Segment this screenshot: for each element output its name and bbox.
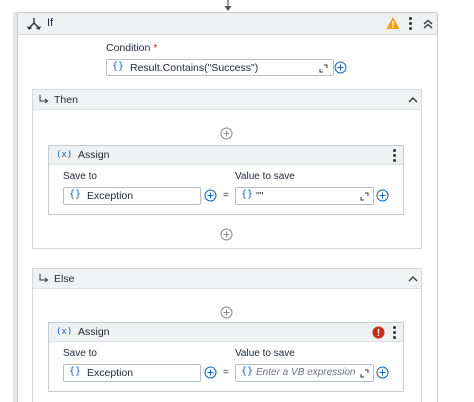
condition-label: Condition * xyxy=(106,42,157,54)
else-assign-activity[interactable]: (x) Assign Save to Value to save {} Exce… xyxy=(48,322,404,392)
else-value-to-save-field[interactable]: {} Enter a VB expression xyxy=(235,364,374,382)
then-branch-title: Then xyxy=(54,94,78,106)
then-add-activity-bottom-icon[interactable] xyxy=(220,228,233,241)
if-activity-card[interactable]: If Condition * {} Result.Contains("Succe… xyxy=(17,12,438,402)
then-value-to-save-value: "" xyxy=(256,190,264,202)
if-branch-icon xyxy=(26,18,42,30)
collapse-all-icon[interactable] xyxy=(422,18,434,30)
then-assign-more-icon[interactable] xyxy=(392,149,396,163)
else-collapse-icon[interactable] xyxy=(407,273,419,285)
then-assign-title: Assign xyxy=(78,149,110,161)
else-add-activity-top-icon[interactable] xyxy=(220,306,233,319)
if-activity-header[interactable]: If xyxy=(18,13,437,35)
else-equals-sign: = xyxy=(223,367,229,378)
then-assign-header[interactable]: (x) Assign xyxy=(49,146,403,165)
then-branch-header[interactable]: Then xyxy=(33,90,421,110)
condition-label-text: Condition xyxy=(106,42,151,54)
expression-braces-icon: {} xyxy=(69,189,82,200)
expression-braces-icon: {} xyxy=(112,61,125,72)
condition-expression-field[interactable]: {} Result.Contains("Success") xyxy=(106,59,334,76)
then-save-to-value: Exception xyxy=(87,190,134,202)
then-value-add-icon[interactable] xyxy=(376,189,389,202)
expression-braces-icon: {} xyxy=(241,189,254,200)
expand-editor-icon[interactable] xyxy=(319,64,328,73)
if-activity-title: If xyxy=(47,17,54,29)
else-branch-title: Else xyxy=(54,273,75,285)
expression-braces-icon: {} xyxy=(241,366,254,377)
branch-arrow-icon xyxy=(39,274,49,283)
then-equals-sign: = xyxy=(223,190,229,201)
then-value-to-save-field[interactable]: {} "" xyxy=(235,187,374,205)
branch-arrow-icon xyxy=(39,95,49,104)
then-branch-section[interactable]: Then (x) Assign Save to Value to save {}… xyxy=(32,89,422,249)
else-save-to-add-icon[interactable] xyxy=(204,366,217,379)
warning-icon[interactable] xyxy=(386,16,400,30)
else-value-to-save-label: Value to save xyxy=(235,348,295,359)
else-assign-header[interactable]: (x) Assign xyxy=(49,323,403,342)
else-branch-section[interactable]: Else (x) Assign Save to Value to save {}… xyxy=(32,268,422,402)
then-add-activity-top-icon[interactable] xyxy=(220,127,233,140)
expression-braces-icon: {} xyxy=(69,366,82,377)
then-expand-editor-icon[interactable] xyxy=(360,192,369,201)
required-marker: * xyxy=(153,42,158,54)
else-save-to-label: Save to xyxy=(63,348,97,359)
else-save-to-value: Exception xyxy=(87,367,134,379)
then-save-to-label: Save to xyxy=(63,171,97,182)
assign-icon: (x) xyxy=(56,327,73,337)
then-save-to-add-icon[interactable] xyxy=(204,189,217,202)
then-value-to-save-label: Value to save xyxy=(235,171,295,182)
error-icon[interactable] xyxy=(372,326,385,339)
if-more-options-icon[interactable] xyxy=(408,17,412,31)
then-collapse-icon[interactable] xyxy=(407,94,419,106)
then-assign-activity[interactable]: (x) Assign Save to Value to save {} Exce… xyxy=(48,145,404,215)
else-save-to-field[interactable]: {} Exception xyxy=(63,364,201,382)
condition-add-icon[interactable] xyxy=(334,61,347,74)
else-expand-editor-icon[interactable] xyxy=(360,369,369,378)
incoming-arrow-icon xyxy=(224,0,232,11)
assign-icon: (x) xyxy=(56,150,73,160)
else-value-add-icon[interactable] xyxy=(376,366,389,379)
else-branch-header[interactable]: Else xyxy=(33,269,421,289)
else-value-to-save-placeholder: Enter a VB expression xyxy=(256,367,356,378)
else-assign-title: Assign xyxy=(78,326,110,338)
else-assign-more-icon[interactable] xyxy=(392,326,396,340)
then-save-to-field[interactable]: {} Exception xyxy=(63,187,201,205)
condition-expression-value: Result.Contains("Success") xyxy=(130,62,259,74)
